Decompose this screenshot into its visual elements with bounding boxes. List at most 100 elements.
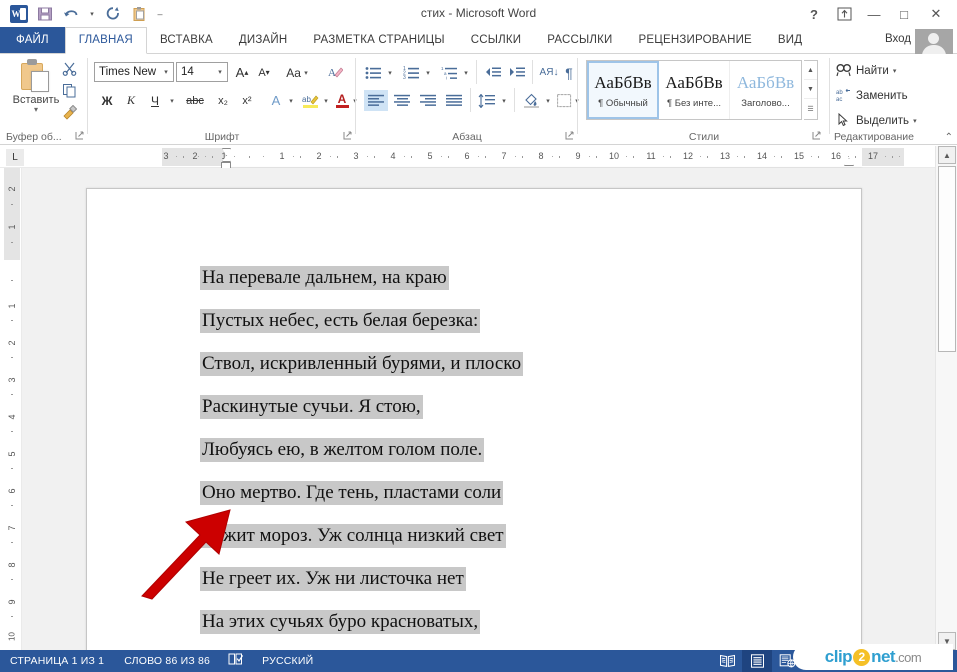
align-left-button[interactable] bbox=[364, 90, 388, 111]
italic-button[interactable]: К bbox=[120, 90, 142, 111]
document-line[interactable]: Не греет их. Уж ни листочка нет bbox=[200, 567, 466, 591]
shading-button[interactable] bbox=[520, 90, 542, 111]
find-dropdown-icon[interactable]: ▾ bbox=[893, 67, 897, 75]
avatar[interactable] bbox=[915, 29, 953, 54]
document-line[interactable]: Любуясь ею, в желтом голом поле. bbox=[200, 438, 485, 462]
superscript-button[interactable]: x² bbox=[236, 90, 258, 111]
underline-button[interactable]: Ч bbox=[144, 90, 166, 111]
document-text-body[interactable]: На перевале дальнем, на краю Пустых небе… bbox=[200, 266, 840, 650]
tab-review[interactable]: РЕЦЕНЗИРОВАНИЕ bbox=[626, 27, 765, 53]
customize-quick-access-icon[interactable]: ‒ bbox=[152, 2, 168, 26]
page-indicator[interactable]: СТРАНИЦА 1 ИЗ 1 bbox=[0, 655, 114, 667]
document-line[interactable]: Пустых небес, есть белая березка: bbox=[200, 309, 481, 333]
align-right-button[interactable] bbox=[416, 90, 440, 111]
save-icon[interactable] bbox=[32, 2, 58, 26]
select-dropdown-icon[interactable]: ▾ bbox=[913, 117, 917, 125]
change-case-button[interactable]: Aa ▾ bbox=[282, 62, 312, 83]
redo-icon[interactable] bbox=[100, 2, 126, 26]
ribbon-display-options-icon[interactable] bbox=[829, 1, 859, 27]
text-effects-dropdown-icon[interactable]: ▾ bbox=[285, 90, 297, 111]
find-button[interactable]: Найти ▾ bbox=[836, 60, 896, 82]
sort-button[interactable]: АЯ↓ bbox=[538, 62, 560, 83]
print-layout-view-button[interactable] bbox=[742, 650, 772, 672]
sign-in-link[interactable]: Вход bbox=[885, 33, 911, 45]
help-button[interactable]: ? bbox=[799, 1, 829, 27]
grow-font-button[interactable]: A ▴ bbox=[232, 62, 252, 83]
styles-scroll-up-button[interactable]: ▲ bbox=[804, 61, 817, 80]
subscript-button[interactable]: x₂ bbox=[212, 90, 234, 111]
multilevel-list-dropdown-icon[interactable]: ▾ bbox=[460, 62, 472, 83]
format-painter-button[interactable] bbox=[58, 102, 80, 123]
copy-button[interactable] bbox=[58, 80, 80, 101]
strikethrough-button[interactable]: abc bbox=[182, 90, 208, 111]
paste-dropdown-icon[interactable]: ▾ bbox=[34, 106, 38, 114]
right-indent-marker[interactable] bbox=[844, 158, 854, 166]
scrollbar-thumb[interactable] bbox=[938, 166, 956, 352]
document-line[interactable]: Лежит мороз. Уж солнца низкий свет bbox=[200, 524, 506, 548]
scroll-up-button[interactable]: ▲ bbox=[938, 146, 956, 164]
read-mode-view-button[interactable] bbox=[712, 650, 742, 672]
document-canvas[interactable]: На перевале дальнем, на краю Пустых небе… bbox=[22, 168, 935, 650]
bold-button[interactable]: Ж bbox=[96, 90, 118, 111]
tab-references[interactable]: ССЫЛКИ bbox=[458, 27, 535, 53]
vertical-scrollbar[interactable]: ▲ ▼ bbox=[935, 146, 957, 650]
tab-view[interactable]: ВИД bbox=[765, 27, 815, 53]
paste-icon[interactable] bbox=[126, 2, 152, 26]
line-spacing-button[interactable] bbox=[476, 90, 498, 111]
multilevel-list-button[interactable]: 1 a i bbox=[438, 62, 460, 83]
close-button[interactable]: ✕ bbox=[919, 1, 953, 27]
collapse-ribbon-button[interactable]: ⌃ bbox=[945, 132, 953, 143]
word-count[interactable]: СЛОВО 86 ИЗ 86 bbox=[114, 655, 220, 667]
style-item-heading1[interactable]: АаБбВв Заголово... bbox=[730, 61, 801, 119]
style-item-normal[interactable]: АаБбВв ¶ Обычный bbox=[587, 61, 659, 119]
increase-indent-button[interactable] bbox=[506, 62, 528, 83]
document-line[interactable]: На перевале дальнем, на краю bbox=[200, 266, 449, 290]
vertical-ruler[interactable]: 2 1 1 2 3 4 5 6 7 8 9 10 bbox=[0, 168, 840, 650]
paste-button[interactable]: Вставить ▾ bbox=[8, 57, 64, 123]
font-dialog-launcher[interactable] bbox=[342, 131, 353, 142]
font-color-button[interactable]: A bbox=[332, 90, 352, 111]
clipboard-dialog-launcher[interactable] bbox=[74, 131, 85, 142]
bullets-button[interactable] bbox=[362, 62, 384, 83]
shading-dropdown-icon[interactable]: ▾ bbox=[542, 90, 554, 111]
shrink-font-button[interactable]: A ▾ bbox=[254, 62, 274, 83]
text-highlight-button[interactable]: ab bbox=[299, 90, 321, 111]
replace-button[interactable]: ab ac Заменить bbox=[836, 85, 908, 107]
borders-button[interactable] bbox=[554, 90, 574, 111]
paragraph-dialog-launcher[interactable] bbox=[564, 131, 575, 142]
underline-dropdown-icon[interactable]: ▾ bbox=[166, 90, 178, 111]
maximize-button[interactable]: □ bbox=[889, 1, 919, 27]
undo-icon[interactable] bbox=[58, 2, 84, 26]
minimize-button[interactable]: — bbox=[859, 1, 889, 27]
styles-dialog-launcher[interactable] bbox=[811, 131, 822, 142]
line-spacing-dropdown-icon[interactable]: ▾ bbox=[498, 90, 510, 111]
tab-design[interactable]: ДИЗАЙН bbox=[226, 27, 300, 53]
numbering-dropdown-icon[interactable]: ▾ bbox=[422, 62, 434, 83]
text-effects-button[interactable]: A bbox=[266, 90, 286, 111]
tab-mailings[interactable]: РАССЫЛКИ bbox=[534, 27, 625, 53]
tab-stop-selector[interactable]: L bbox=[6, 149, 24, 166]
select-button[interactable]: Выделить ▾ bbox=[836, 110, 917, 132]
tab-home[interactable]: ГЛАВНАЯ bbox=[64, 27, 147, 54]
text-highlight-dropdown-icon[interactable]: ▾ bbox=[320, 90, 332, 111]
font-size-dropdown-icon[interactable]: ▾ bbox=[213, 68, 227, 76]
proofing-icon[interactable] bbox=[220, 653, 252, 669]
font-name-dropdown-icon[interactable]: ▾ bbox=[159, 68, 173, 76]
font-name-combobox[interactable]: Times New R ▾ bbox=[94, 62, 174, 82]
horizontal-ruler[interactable]: L 3 2 1 1 2 3 4 5 6 7 8 9 10 11 12 13 14… bbox=[0, 146, 935, 672]
language-indicator[interactable]: РУССКИЙ bbox=[252, 655, 323, 667]
font-size-combobox[interactable]: 14 ▾ bbox=[176, 62, 228, 82]
undo-dropdown-icon[interactable]: ▾ bbox=[84, 2, 100, 26]
document-line[interactable]: Ствол, искривленный бурями, и плоско bbox=[200, 352, 524, 376]
document-line[interactable]: Оно мертво. Где тень, пластами соли bbox=[200, 481, 504, 505]
numbering-button[interactable]: 1 2 3 bbox=[400, 62, 422, 83]
tab-page-layout[interactable]: РАЗМЕТКА СТРАНИЦЫ bbox=[300, 27, 457, 53]
tab-insert[interactable]: ВСТАВКА bbox=[147, 27, 226, 53]
style-item-no-spacing[interactable]: АаБбВв ¶ Без инте... bbox=[659, 61, 730, 119]
cut-button[interactable] bbox=[58, 58, 80, 79]
document-line[interactable]: Раскинутые сучьи. Я стою, bbox=[200, 395, 423, 419]
show-formatting-marks-button[interactable]: ¶ bbox=[560, 62, 578, 83]
clear-formatting-button[interactable]: A bbox=[324, 62, 346, 83]
justify-button[interactable] bbox=[442, 90, 466, 111]
tab-file[interactable]: ФАЙЛ bbox=[0, 27, 65, 53]
